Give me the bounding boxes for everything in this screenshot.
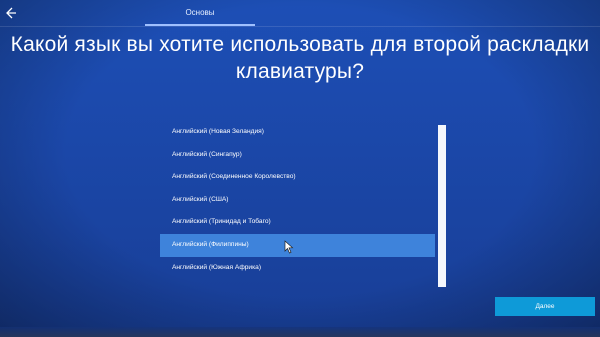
scrollbar-thumb[interactable] <box>438 125 446 287</box>
next-button[interactable]: Далее <box>495 297 595 316</box>
list-item[interactable]: Английский (Филиппины) <box>160 233 435 257</box>
back-arrow-icon <box>6 7 16 19</box>
page-title: Какой язык вы хотите использовать для вт… <box>10 33 590 83</box>
list-item[interactable]: Английский (США) <box>160 189 435 212</box>
list-item[interactable]: Английский (Новая Зеландия) <box>160 121 435 144</box>
mouse-pointer-icon <box>284 240 294 254</box>
list-item[interactable]: Английский (Тринидад и Тобаго) <box>160 211 435 234</box>
list-scrollbar[interactable] <box>438 125 446 287</box>
list-item[interactable]: Английский (Южная Африка) <box>160 257 435 280</box>
list-item[interactable]: Английский (Сингапур) <box>160 144 435 167</box>
list-item[interactable]: Английский (Соединенное Королевство) <box>160 166 435 189</box>
setup-step-nav: Основы <box>0 0 600 27</box>
bottom-strip <box>0 327 600 337</box>
back-button[interactable] <box>2 4 20 22</box>
language-list[interactable]: Английский (Новая Зеландия) Английский (… <box>160 121 435 287</box>
tab-basics[interactable]: Основы <box>145 0 255 26</box>
